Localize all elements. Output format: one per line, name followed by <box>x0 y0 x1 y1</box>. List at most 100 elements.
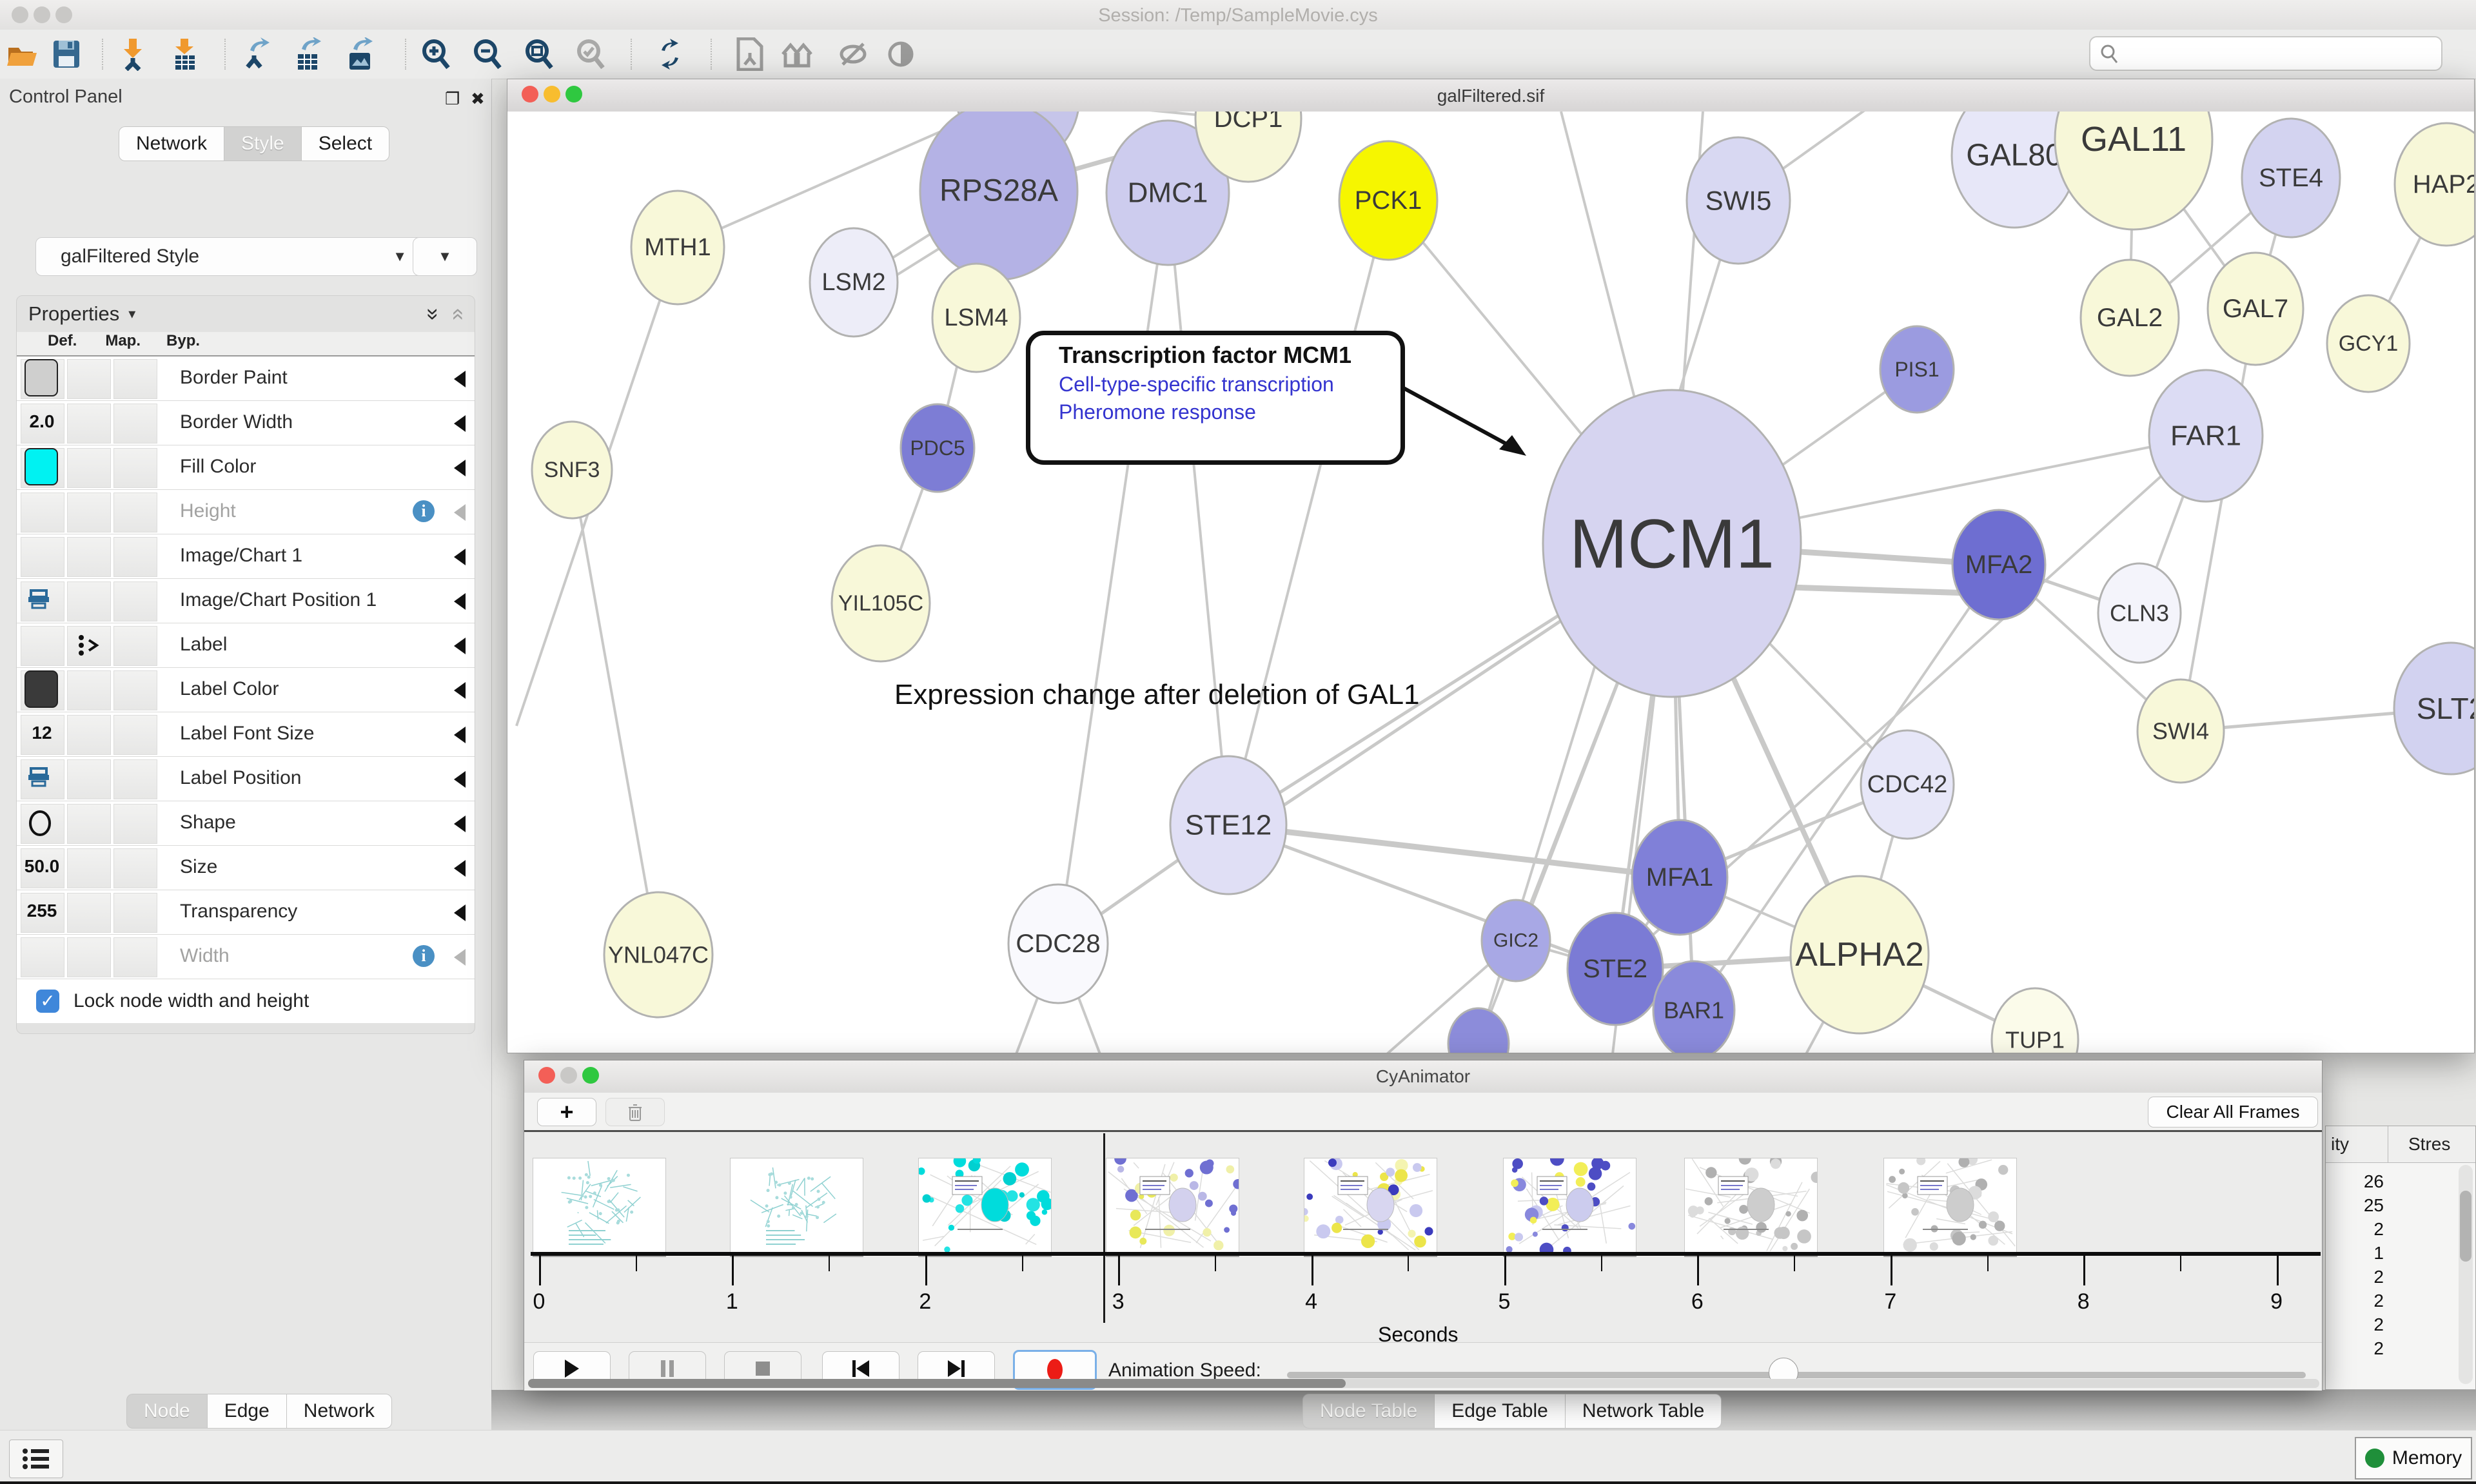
search-input[interactable] <box>2089 36 2442 71</box>
node-PCK1[interactable]: PCK1 <box>1339 141 1437 260</box>
node-unlabeled[interactable] <box>1448 1008 1509 1053</box>
memory-button[interactable]: Memory <box>2355 1437 2472 1479</box>
info-icon[interactable]: i <box>413 945 435 967</box>
expand-property-icon[interactable] <box>454 682 466 699</box>
zoom-selected-icon[interactable] <box>575 37 607 71</box>
table-cell[interactable]: 26 <box>2326 1171 2384 1192</box>
node-MCM1[interactable]: MCM1 <box>1543 390 1801 697</box>
node-GIC2[interactable]: GIC2 <box>1482 900 1550 981</box>
node-MFA2[interactable]: MFA2 <box>1952 510 2045 620</box>
network-edge[interactable] <box>1228 200 1388 825</box>
tab-edge-table[interactable]: Edge Table <box>1434 1394 1565 1429</box>
save-session-icon[interactable] <box>50 37 83 71</box>
hide-panel-icon[interactable] <box>837 37 869 71</box>
zoom-in-icon[interactable] <box>420 37 453 71</box>
expand-property-icon[interactable] <box>454 771 466 788</box>
default-value[interactable]: 2.0 <box>17 411 67 432</box>
node-MFA1[interactable]: MFA1 <box>1632 820 1727 935</box>
default-value[interactable]: 255 <box>17 901 67 921</box>
expand-property-icon[interactable] <box>454 460 466 476</box>
lock-size-checkbox[interactable]: ✓ <box>36 990 59 1013</box>
network-edge[interactable] <box>1168 193 1228 825</box>
property-row-border-paint[interactable]: Border Paint <box>17 356 475 401</box>
export-table-icon[interactable] <box>291 37 324 71</box>
table-cell[interactable]: 2 <box>2326 1219 2384 1240</box>
task-history-button[interactable] <box>9 1440 63 1478</box>
close-panel-icon[interactable]: ✖ <box>471 89 485 109</box>
frame-thumbnail-0[interactable] <box>533 1158 666 1253</box>
node-CDC28[interactable]: CDC28 <box>1008 884 1108 1003</box>
frame-thumbnail-6[interactable] <box>1684 1158 1818 1253</box>
expand-property-icon[interactable] <box>454 549 466 565</box>
delete-frame-button[interactable] <box>605 1098 665 1126</box>
network-canvas[interactable]: RPS28ADMC1DCP1PCK1MTH1LSM2LSM4SNF3PDC5YI… <box>507 112 2474 1053</box>
cyanimator-titlebar[interactable]: CyAnimator <box>524 1060 2322 1093</box>
property-row-transparency[interactable]: 255Transparency <box>17 890 475 935</box>
node-SWI4[interactable]: SWI4 <box>2137 679 2224 783</box>
collapse-all-icon[interactable]: » <box>444 308 469 320</box>
network-window-titlebar[interactable]: galFiltered.sif <box>507 79 2474 112</box>
node-YNL047C[interactable]: YNL047C <box>604 892 712 1017</box>
tab-network-table[interactable]: Network Table <box>1565 1394 1722 1429</box>
expand-property-icon[interactable] <box>454 904 466 921</box>
table-cell[interactable]: 2 <box>2326 1267 2384 1287</box>
node-SNF3[interactable]: SNF3 <box>532 422 612 518</box>
import-table-icon[interactable] <box>169 37 201 71</box>
zoom-fit-icon[interactable] <box>524 37 556 71</box>
expand-property-icon[interactable] <box>454 371 466 387</box>
node-FAR1[interactable]: FAR1 <box>2149 370 2263 502</box>
info-icon[interactable]: i <box>413 500 435 522</box>
node-PDC5[interactable]: PDC5 <box>901 404 974 492</box>
annotation-box[interactable]: Transcription factor MCM1 Cell-type-spec… <box>1026 331 1405 465</box>
table-cell[interactable]: 2 <box>2326 1291 2384 1311</box>
node-CLN3[interactable]: CLN3 <box>2098 563 2181 663</box>
position-icon[interactable] <box>27 588 50 615</box>
tab-node[interactable]: Node <box>126 1394 207 1429</box>
home-networks-icon[interactable] <box>781 37 814 71</box>
open-session-icon[interactable] <box>5 37 37 71</box>
network-edge[interactable] <box>572 470 658 955</box>
frame-thumbnail-5[interactable] <box>1503 1158 1636 1253</box>
tab-node-table[interactable]: Node Table <box>1302 1394 1434 1429</box>
property-row-border-width[interactable]: 2.0Border Width <box>17 401 475 445</box>
property-row-image-chart-1[interactable]: Image/Chart 1 <box>17 534 475 579</box>
color-swatch[interactable] <box>25 359 58 396</box>
frame-thumbnail-1[interactable] <box>730 1158 863 1253</box>
node-CDC42[interactable]: CDC42 <box>1861 730 1954 839</box>
tab-select[interactable]: Select <box>301 126 389 161</box>
table-cell[interactable]: 2 <box>2326 1314 2384 1335</box>
node-BAR1[interactable]: BAR1 <box>1653 961 1734 1053</box>
expand-property-icon[interactable] <box>454 815 466 832</box>
default-value[interactable]: 12 <box>17 723 67 743</box>
import-network-icon[interactable] <box>117 37 150 71</box>
node-GCY1[interactable]: GCY1 <box>2327 295 2410 392</box>
cyanimator-hscrollbar[interactable] <box>528 1379 2319 1388</box>
node-GAL11[interactable]: GAL11 <box>2055 112 2212 229</box>
table-cell[interactable]: 1 <box>2326 1243 2384 1264</box>
node-MTH1[interactable]: MTH1 <box>631 191 724 304</box>
frame-thumbnail-3[interactable] <box>1106 1158 1239 1253</box>
node-PIS1[interactable]: PIS1 <box>1880 326 1954 413</box>
zoom-out-icon[interactable] <box>472 37 504 71</box>
property-row-label-color[interactable]: Label Color <box>17 668 475 712</box>
expand-all-icon[interactable]: » <box>420 308 446 320</box>
add-frame-button[interactable]: + <box>537 1098 596 1126</box>
property-row-label-position[interactable]: Label Position <box>17 757 475 801</box>
refresh-layout-icon[interactable] <box>654 37 686 71</box>
tab-edge[interactable]: Edge <box>207 1394 286 1429</box>
expand-property-icon[interactable] <box>454 860 466 877</box>
network-file-icon[interactable] <box>734 37 766 71</box>
property-row-height[interactable]: Heighti <box>17 490 475 534</box>
node-GAL2[interactable]: GAL2 <box>2081 260 2179 376</box>
property-row-label-font-size[interactable]: 12Label Font Size <box>17 712 475 757</box>
expand-property-icon[interactable] <box>454 504 466 521</box>
node-LSM2[interactable]: LSM2 <box>810 228 898 337</box>
node-RPS28A[interactable]: RPS28A <box>920 112 1077 280</box>
position-icon[interactable] <box>27 766 50 793</box>
expand-property-icon[interactable] <box>454 727 466 743</box>
contrast-icon[interactable] <box>885 37 917 71</box>
frame-thumbnail-7[interactable] <box>1883 1158 2017 1253</box>
shape-ellipse-icon[interactable] <box>27 810 53 841</box>
table-scrollbar[interactable] <box>2459 1165 2473 1384</box>
property-row-fill-color[interactable]: Fill Color <box>17 445 475 490</box>
